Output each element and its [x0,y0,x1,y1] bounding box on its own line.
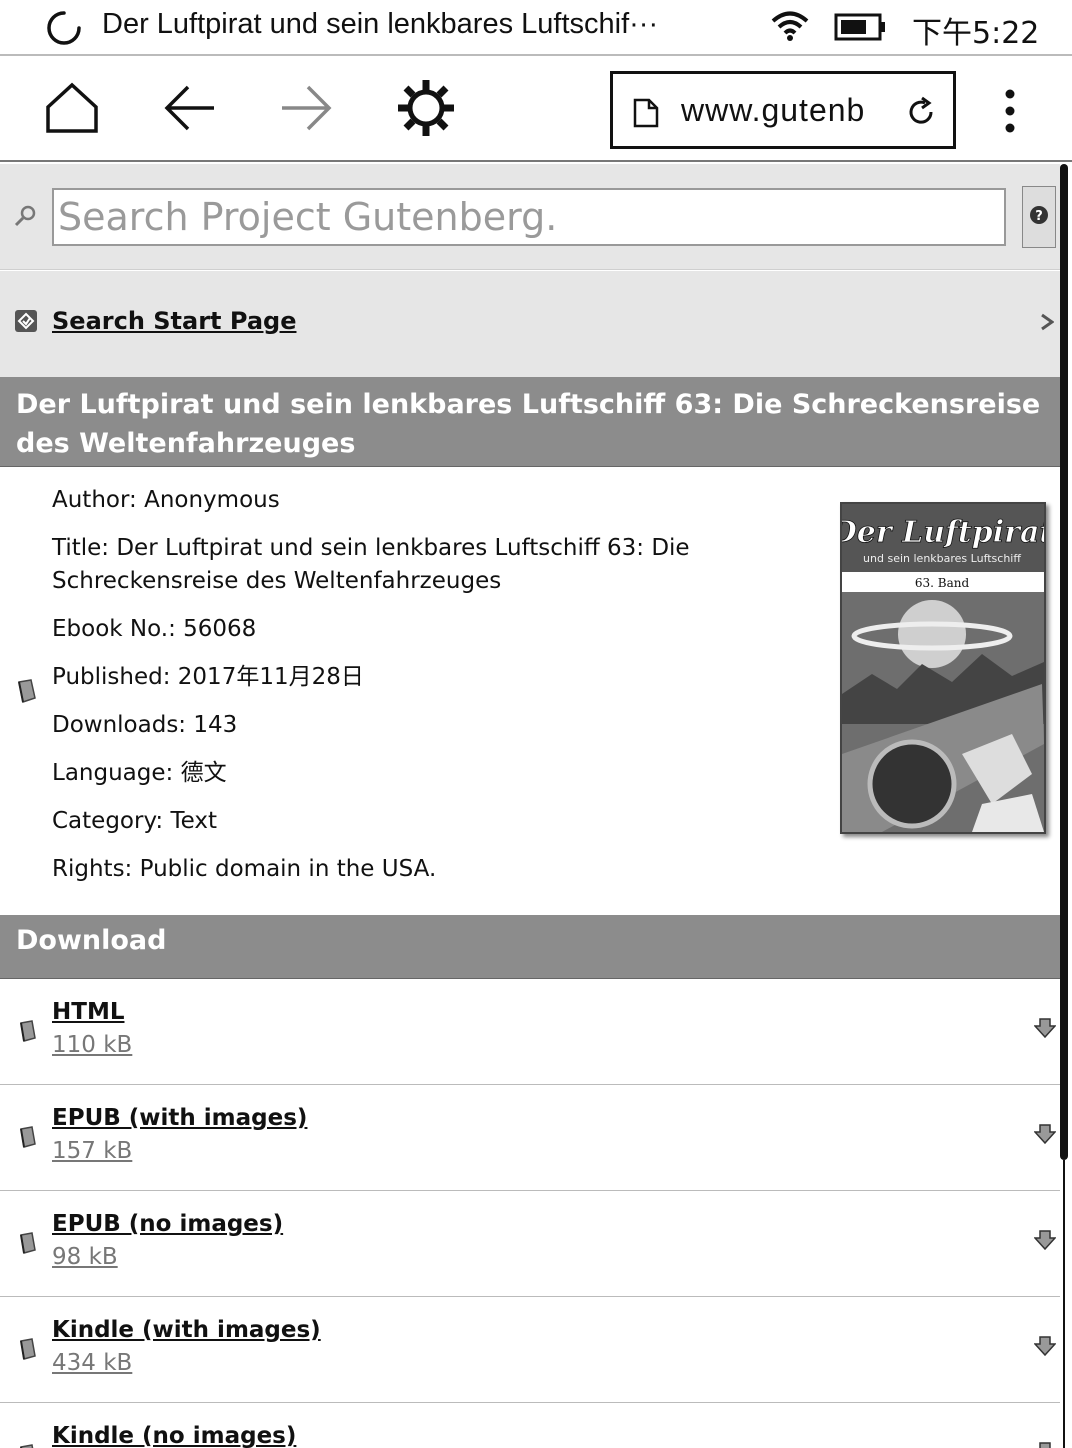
download-arrow-icon[interactable] [1033,1229,1057,1255]
arrow-left-icon [162,83,218,137]
download-row[interactable]: EPUB (no images) 98 kB [0,1191,1060,1297]
author-line: Author: Anonymous [52,487,280,513]
download-size[interactable]: 434 kB [52,1350,132,1376]
arrow-right-icon [278,83,334,137]
page-scrollbar[interactable] [1060,164,1072,1448]
home-button[interactable] [42,78,102,142]
file-icon [18,1125,38,1153]
download-size[interactable]: 98 kB [52,1244,118,1270]
download-format-link[interactable]: EPUB (with images) [52,1105,307,1131]
downloads-line: Downloads: 143 [52,712,238,738]
reload-icon[interactable] [905,96,937,132]
url-text: www.gutenb [681,92,866,128]
web-page: ? Search Start Page Der Luftpirat und se… [0,164,1060,1448]
book-cover-image: Der Luftpirat und sein lenkbares Luftsch… [840,502,1046,834]
download-arrow-icon[interactable] [1033,1335,1057,1361]
page-title: Der Luftpirat und sein lenkbares Luftsch… [102,8,659,40]
download-row[interactable]: Kindle (with images) 434 kB [0,1297,1060,1403]
ebook-number-line: Ebook No.: 56068 [52,616,257,642]
search-start-page-link[interactable]: Search Start Page [52,307,296,335]
settings-button[interactable] [396,78,456,142]
title-line-1: Title: Der Luftpirat und sein lenkbares … [52,535,690,561]
clock: 下午5:22 [912,16,1040,51]
download-heading: Download [16,925,167,956]
forward-button[interactable] [276,78,336,142]
more-vertical-icon [990,89,1030,140]
file-icon [18,1443,38,1448]
wifi-icon [770,10,810,46]
category-line: Category: Text [52,808,217,834]
download-row[interactable]: HTML 110 kB [0,979,1060,1085]
cover-subtitle: und sein lenkbares Luftschiff [863,552,1021,565]
book-details: Author: Anonymous Title: Der Luftpirat u… [0,468,1060,914]
page-document-icon [633,98,659,132]
svg-text:?: ? [1035,209,1043,224]
cover-title-script: Der Luftpirat [842,515,1044,550]
published-line: Published: 2017年11月28日 [52,664,364,690]
download-arrow-icon[interactable] [1033,1123,1057,1149]
download-format-link[interactable]: Kindle (with images) [52,1317,321,1343]
download-arrow-icon[interactable] [1033,1017,1057,1043]
download-format-link[interactable]: EPUB (no images) [52,1211,283,1237]
help-button[interactable]: ? [1022,186,1056,248]
help-icon: ? [1029,205,1049,229]
back-button[interactable] [160,78,220,142]
download-format-link[interactable]: Kindle (no images) [52,1423,296,1448]
download-size[interactable]: 110 kB [52,1032,132,1058]
address-bar[interactable]: www.gutenb [610,71,956,149]
file-icon [18,1337,38,1365]
book-heading: Der Luftpirat und sein lenkbares Luftsch… [16,389,1041,459]
search-start-page-row[interactable]: Search Start Page [0,271,1060,377]
download-format-link[interactable]: HTML [52,999,124,1025]
battery-icon [834,12,888,46]
search-icon [14,204,38,232]
download-size[interactable]: 157 kB [52,1138,132,1164]
gear-icon [396,78,456,142]
status-bar: Der Luftpirat und sein lenkbares Luftsch… [0,0,1072,56]
home-icon [44,81,100,139]
rights-line: Rights: Public domain in the USA. [52,856,437,882]
search-bar: ? [0,164,1060,270]
download-arrow-icon[interactable] [1034,1441,1056,1448]
book-heading-bar: Der Luftpirat und sein lenkbares Luftsch… [0,377,1060,467]
language-line: Language: 德文 [52,760,227,786]
scrollbar-thumb[interactable] [1060,164,1068,1160]
loading-spinner-icon [46,10,82,46]
title-line-2: Schreckensreise des Weltenfahrzeuges [52,568,502,594]
scrollbar-track[interactable] [1063,1160,1065,1448]
download-row[interactable]: EPUB (with images) 157 kB [0,1085,1060,1191]
file-icon [18,1019,38,1047]
file-icon [18,1231,38,1259]
cover-band: 63. Band [915,576,970,590]
download-row[interactable]: Kindle (no images) [0,1403,1060,1448]
chevron-right-icon [1040,313,1055,335]
overflow-menu-button[interactable] [990,86,1030,136]
book-icon [16,678,38,708]
start-page-icon [14,309,38,337]
search-input[interactable] [52,188,1006,246]
download-heading-bar: Download [0,915,1060,979]
browser-toolbar: www.gutenb [0,58,1072,162]
